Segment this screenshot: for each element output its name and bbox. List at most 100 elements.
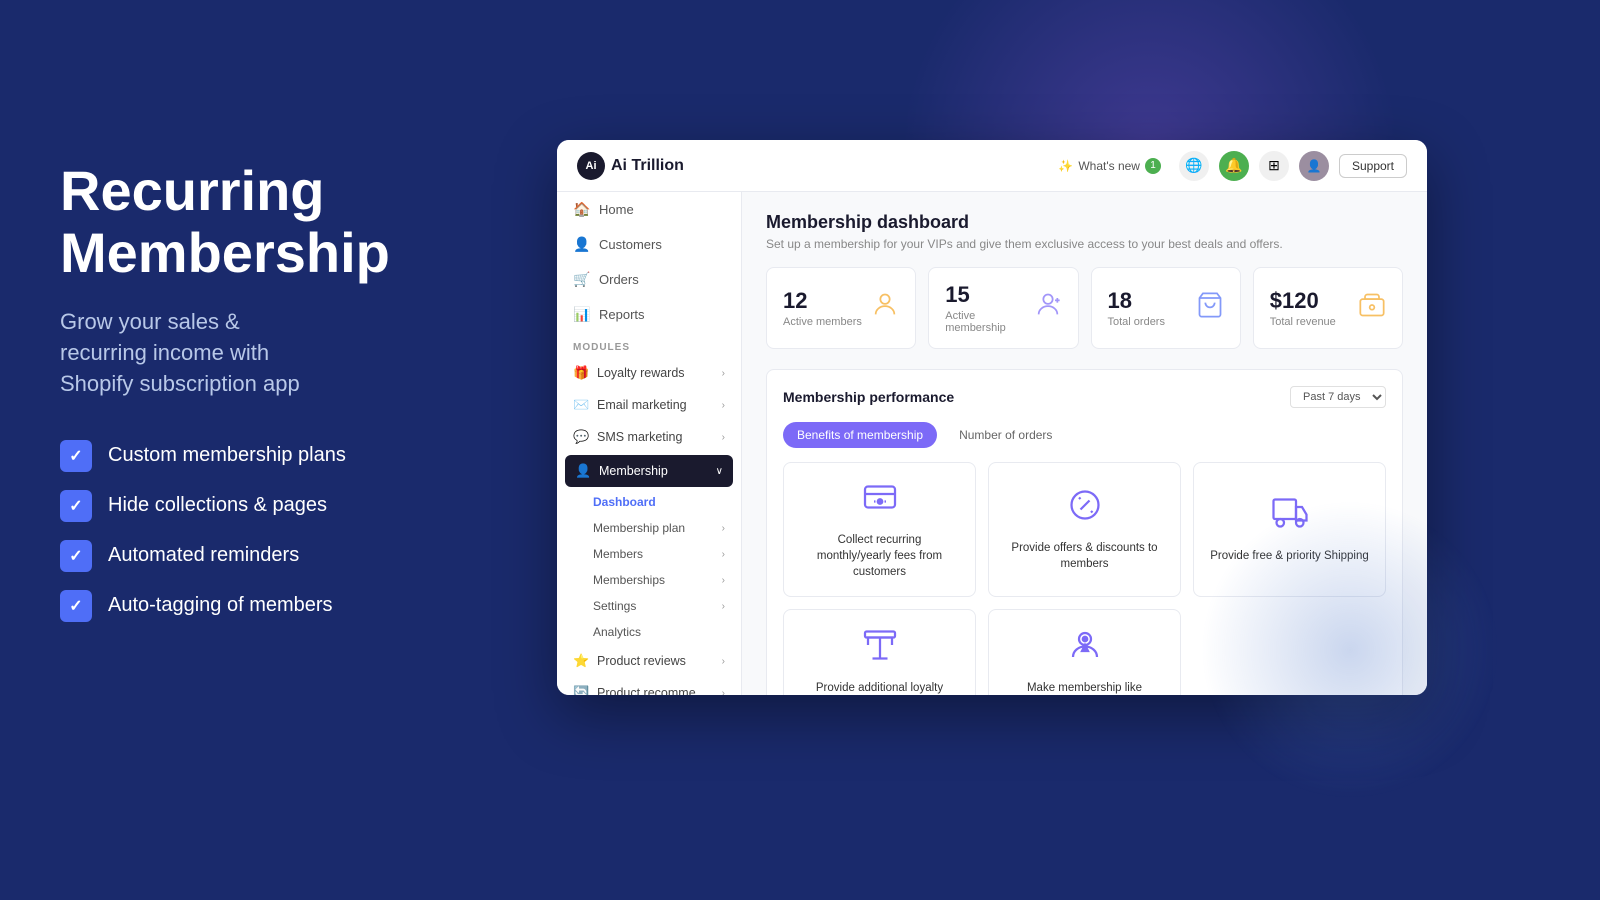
modules-section-label: MODULES (557, 332, 741, 357)
subnav-membership-plan[interactable]: Membership plan › (557, 515, 741, 541)
check-icon-3: ✓ (60, 540, 92, 572)
whats-new-label: What's new (1078, 159, 1140, 173)
bell-icon: 🔔 (1225, 157, 1242, 174)
sidebar: 🏠 Home 👤 Customers 🛒 Orders 📊 Reports MO… (557, 192, 742, 695)
stat-orders-label: Total orders (1108, 316, 1165, 328)
sidebar-loyalty-label: Loyalty rewards (597, 366, 685, 380)
reviews-icon: ⭐ (573, 653, 589, 669)
membership-icon: 👤 (575, 463, 591, 479)
sidebar-item-sms[interactable]: 💬 SMS marketing › (557, 421, 741, 453)
stat-total-orders: 18 Total orders (1091, 267, 1241, 349)
benefit-text-5: Make membership like Amazon Prime & Netf… (1005, 680, 1164, 695)
sidebar-item-recommend[interactable]: 🔄 Product recomme... › (557, 677, 741, 695)
benefit-text-1: Collect recurring monthly/yearly fees fr… (800, 532, 959, 580)
sidebar-item-email[interactable]: ✉️ Email marketing › (557, 389, 741, 421)
tab-orders[interactable]: Number of orders (945, 422, 1066, 448)
check-icon-2: ✓ (60, 490, 92, 522)
check-icon-4: ✓ (60, 590, 92, 622)
logo-icon: Ai (577, 152, 605, 180)
members-icon (871, 291, 899, 326)
grid-button[interactable]: ⊞ (1259, 151, 1289, 181)
feature-item-3: ✓ Automated reminders (60, 540, 490, 572)
subnav-memberships[interactable]: Memberships › (557, 567, 741, 593)
stat-active-membership-label: Active membership (945, 310, 1033, 334)
sparkle-icon: ✨ (1058, 159, 1073, 173)
sidebar-item-reviews[interactable]: ⭐ Product reviews › (557, 645, 741, 677)
benefit-text-2: Provide offers & discounts to members (1005, 540, 1164, 572)
sidebar-item-orders[interactable]: 🛒 Orders (557, 262, 741, 297)
prime-icon (1067, 627, 1103, 670)
globe-icon: 🌐 (1185, 157, 1202, 174)
stat-total-revenue: $120 Total revenue (1253, 267, 1403, 349)
support-button[interactable]: Support (1339, 154, 1407, 178)
loyalty-points-icon (862, 627, 898, 670)
dashboard-title: Membership dashboard (766, 212, 1403, 233)
tab-benefits[interactable]: Benefits of membership (783, 422, 937, 448)
whats-new-button[interactable]: ✨ What's new 1 (1050, 154, 1169, 178)
membership-stat-icon (1034, 291, 1062, 326)
sms-icon: 💬 (573, 429, 589, 445)
sidebar-item-reports[interactable]: 📊 Reports (557, 297, 741, 332)
benefit-grid: Collect recurring monthly/yearly fees fr… (783, 462, 1386, 695)
discounts-icon (1067, 487, 1103, 530)
subtitle: Grow your sales &recurring income withSh… (60, 307, 490, 399)
sidebar-item-home[interactable]: 🏠 Home (557, 192, 741, 227)
benefit-card-2: Provide offers & discounts to members (988, 462, 1181, 597)
sidebar-reports-label: Reports (599, 307, 645, 322)
language-selector[interactable]: 🌐 (1179, 151, 1209, 181)
stats-row: 12 Active members 15 Active membership (766, 267, 1403, 349)
user-avatar[interactable]: 👤 (1299, 151, 1329, 181)
subnav-analytics[interactable]: Analytics (557, 619, 741, 645)
performance-title: Membership performance (783, 389, 954, 405)
stat-revenue-label: Total revenue (1270, 316, 1336, 328)
shipping-icon (1272, 495, 1308, 538)
chevron-right-icon-5: › (722, 549, 725, 560)
feature-text-1: Custom membership plans (108, 444, 346, 467)
sidebar-item-loyalty[interactable]: 🎁 Loyalty rewards › (557, 357, 741, 389)
stat-active-members-label: Active members (783, 316, 862, 328)
feature-list: ✓ Custom membership plans ✓ Hide collect… (60, 440, 490, 622)
loyalty-icon: 🎁 (573, 365, 589, 381)
sidebar-item-membership[interactable]: 👤 Membership ∨ (565, 455, 733, 487)
chevron-right-icon-3: › (722, 432, 725, 443)
sidebar-item-customers[interactable]: 👤 Customers (557, 227, 741, 262)
main-title: Recurring Membership (60, 160, 490, 283)
chevron-right-icon-9: › (722, 688, 725, 696)
sidebar-email-label: Email marketing (597, 398, 687, 412)
left-panel: Recurring Membership Grow your sales &re… (60, 160, 490, 622)
reports-icon: 📊 (573, 306, 589, 323)
dashboard-area: Membership dashboard Set up a membership… (742, 192, 1427, 695)
sidebar-sms-label: SMS marketing (597, 430, 682, 444)
feature-text-2: Hide collections & pages (108, 494, 327, 517)
stat-orders-number: 18 (1108, 288, 1165, 314)
orders-icon: 🛒 (573, 271, 589, 288)
recommend-icon: 🔄 (573, 685, 589, 695)
chevron-right-icon-2: › (722, 400, 725, 411)
sidebar-home-label: Home (599, 202, 634, 217)
subnav-settings[interactable]: Settings › (557, 593, 741, 619)
benefit-card-3: Provide free & priority Shipping (1193, 462, 1386, 597)
benefit-text-3: Provide free & priority Shipping (1210, 548, 1369, 564)
membership-subnav: Dashboard Membership plan › Members › Me… (557, 489, 741, 645)
period-selector[interactable]: Past 7 days (1290, 386, 1386, 408)
main-content: 🏠 Home 👤 Customers 🛒 Orders 📊 Reports MO… (557, 192, 1427, 695)
subnav-members[interactable]: Members › (557, 541, 741, 567)
benefit-card-5: Make membership like Amazon Prime & Netf… (988, 609, 1181, 695)
avatar-icon: 👤 (1306, 159, 1321, 173)
customers-icon: 👤 (573, 236, 589, 253)
chevron-right-icon-6: › (722, 575, 725, 586)
benefit-card-4: Provide additional loyalty points to mem… (783, 609, 976, 695)
grid-icon: ⊞ (1268, 157, 1280, 174)
notification-button[interactable]: 🔔 (1219, 151, 1249, 181)
feature-item-1: ✓ Custom membership plans (60, 440, 490, 472)
logo-area: Ai Ai Trillion (577, 152, 684, 180)
benefit-card-1: Collect recurring monthly/yearly fees fr… (783, 462, 976, 597)
check-icon-1: ✓ (60, 440, 92, 472)
stat-revenue-number: $120 (1270, 288, 1336, 314)
feature-text-4: Auto-tagging of members (108, 594, 333, 617)
stat-active-membership-number: 15 (945, 282, 1033, 308)
subnav-dashboard[interactable]: Dashboard (557, 489, 741, 515)
dashboard-subtitle: Set up a membership for your VIPs and gi… (766, 237, 1403, 251)
feature-item-4: ✓ Auto-tagging of members (60, 590, 490, 622)
topbar: Ai Ai Trillion ✨ What's new 1 🌐 🔔 ⊞ 👤 (557, 140, 1427, 192)
